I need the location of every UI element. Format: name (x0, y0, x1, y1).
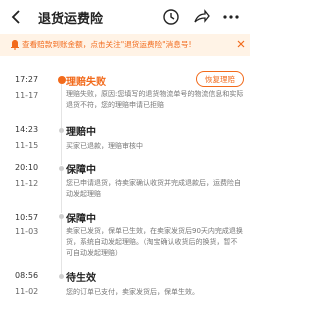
timeline-dot (59, 214, 64, 219)
entry-time: 08:56 (15, 271, 39, 280)
share-icon[interactable] (192, 8, 210, 26)
timeline-connector (61, 133, 62, 165)
timeline-dot-active (58, 76, 66, 84)
page-title: 退货运费险 (38, 12, 104, 27)
entry-date: 11-02 (15, 287, 39, 296)
more-icon[interactable] (222, 8, 240, 26)
entry-title: 保障中 (66, 165, 96, 176)
entry-description: 买家已退款，理赔审核中 (66, 142, 143, 150)
back-arrow-icon[interactable] (9, 9, 25, 25)
entry-title: 保障中 (66, 214, 96, 225)
entry-date: 11-03 (15, 227, 39, 236)
entry-description: 理赔失败，原因:您填写的退货物流单号的物流信息和实际退货不符，您的理赔申请已拒赔 (66, 90, 244, 109)
banner-text: 查看赔款到账金额，点击关注"退货运费险"消息号! (22, 40, 192, 49)
entry-date: 11-15 (15, 141, 39, 150)
entry-description: 您的订单已支付，卖家发货后，保单生效。 (66, 288, 199, 296)
app-header: 退货运费险 (0, 0, 250, 34)
entry-date: 11-17 (15, 91, 39, 100)
timeline-dot (59, 128, 64, 133)
entry-title: 待生效 (66, 273, 96, 284)
entry-time: 14:23 (15, 125, 39, 134)
entry-description: 您已申请退货，待卖家确认收货并完成退款后，运费险自动发起理赔 (66, 179, 241, 198)
entry-description: 卖家已发货，保单已生效，在卖家发货后90天内完成退换货，系统自动发起理赔。（淘宝… (66, 227, 243, 257)
timeline-dot (59, 166, 64, 171)
entry-title: 理赔失败 (66, 77, 106, 88)
close-icon[interactable] (236, 39, 246, 49)
timeline-dot (59, 274, 64, 279)
clock-icon[interactable] (162, 8, 180, 26)
entry-date: 11-12 (15, 179, 39, 188)
resume-claim-button[interactable]: 恢复理赔 (196, 71, 244, 87)
timeline-connector (61, 84, 62, 130)
entry-time: 17:27 (15, 75, 39, 84)
entry-time: 20:10 (15, 163, 39, 172)
entry-title: 理赔中 (66, 127, 96, 138)
notice-banner[interactable]: 查看赔款到账金额，点击关注"退货运费险"消息号! (0, 34, 250, 56)
bell-icon (11, 40, 19, 50)
timeline-connector (61, 169, 62, 213)
timeline-connector (61, 217, 62, 274)
entry-time: 10:57 (15, 213, 39, 222)
